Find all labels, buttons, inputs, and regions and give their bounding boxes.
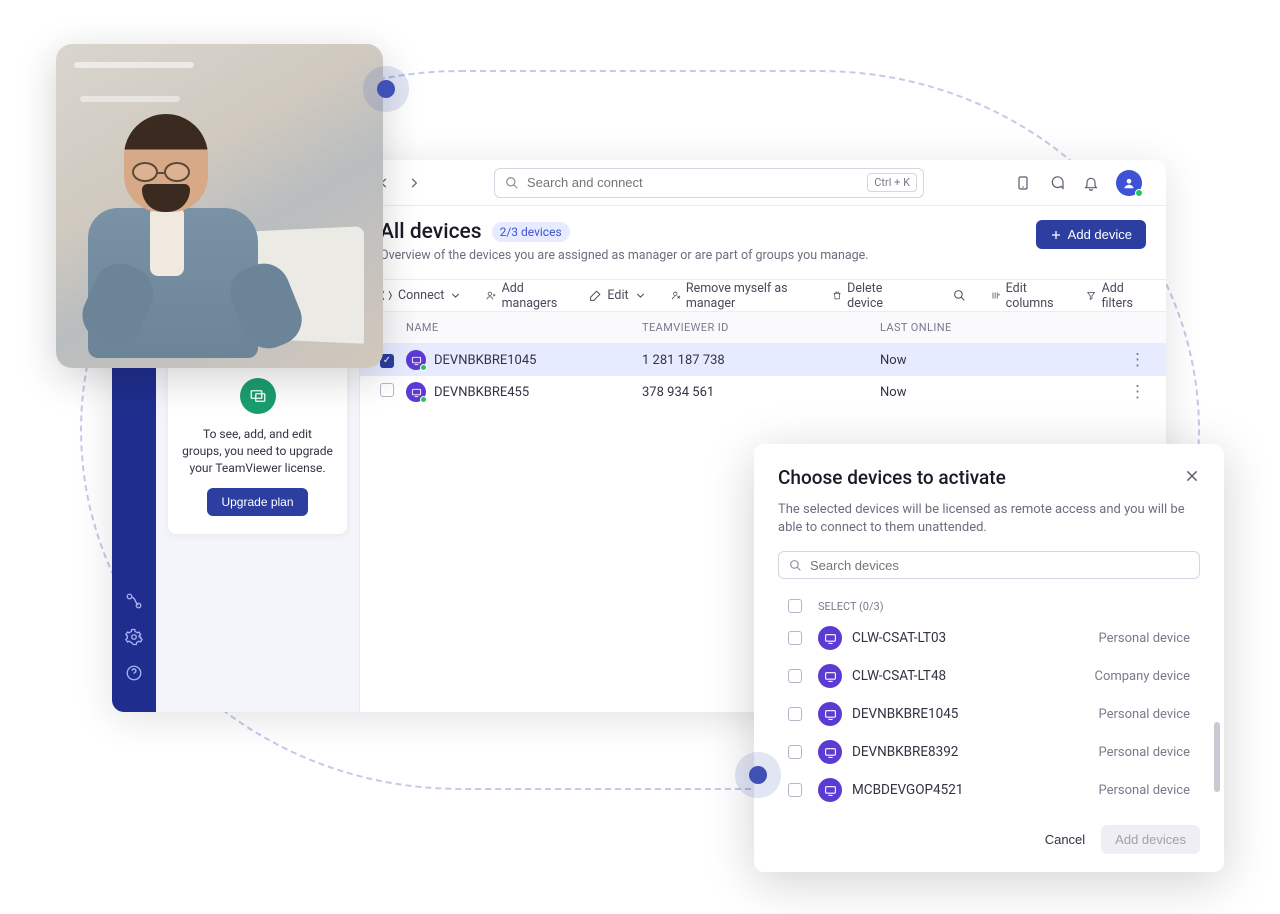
- device-last-online: Now: [880, 353, 1126, 368]
- chevron-down-icon: [449, 289, 462, 302]
- device-last-online: Now: [880, 385, 1126, 400]
- device-count-badge: 2/3 devices: [492, 222, 570, 242]
- bell-icon[interactable]: [1082, 174, 1100, 192]
- modal-description: The selected devices will be licensed as…: [778, 501, 1200, 537]
- option-type: Personal device: [1099, 783, 1190, 798]
- add-device-label: Add device: [1068, 227, 1132, 242]
- row-checkbox[interactable]: [380, 383, 394, 397]
- edit-columns-action[interactable]: Edit columns: [990, 281, 1062, 311]
- option-checkbox[interactable]: [788, 707, 802, 721]
- device-icon: [818, 740, 842, 764]
- nav-help-icon[interactable]: [125, 664, 143, 682]
- search-input[interactable]: [527, 175, 859, 190]
- modal-device-list: SELECT (0/3) CLW-CSAT-LT03 Personal devic…: [778, 593, 1200, 809]
- search-shortcut: Ctrl + K: [867, 173, 917, 192]
- device-icon: [818, 702, 842, 726]
- user-icon: [1122, 176, 1136, 190]
- device-icon: [818, 626, 842, 650]
- modal-search-input[interactable]: [810, 558, 1189, 573]
- device-table-body: DEVNBKBRE10451 281 187 738Now⋮DEVNBKBRE4…: [360, 344, 1166, 408]
- modal-scrollbar[interactable]: [1214, 722, 1220, 792]
- option-checkbox[interactable]: [788, 669, 802, 683]
- status-online-dot: [1135, 189, 1143, 197]
- option-checkbox[interactable]: [788, 745, 802, 759]
- connect-action[interactable]: Connect: [380, 288, 462, 303]
- upgrade-plan-button[interactable]: Upgrade plan: [207, 488, 307, 516]
- table-header: NAME TEAMVIEWER ID LAST ONLINE: [360, 312, 1166, 344]
- avatar[interactable]: [1116, 170, 1142, 196]
- table-search-icon[interactable]: [953, 289, 966, 302]
- table-row[interactable]: DEVNBKBRE1045 1 281 187 738Now⋮: [360, 344, 1166, 376]
- chevron-down-icon: [634, 289, 647, 302]
- modal-device-row[interactable]: DEVNBKBRE8392 Personal device: [778, 733, 1200, 771]
- modal-device-row[interactable]: DEVNBKBRE1045 Personal device: [778, 695, 1200, 733]
- option-type: Personal device: [1099, 631, 1190, 646]
- option-type: Company device: [1094, 669, 1190, 684]
- delete-action[interactable]: Delete device: [832, 281, 906, 311]
- option-name: CLW-CSAT-LT03: [852, 630, 946, 646]
- select-count-label: SELECT (0/3): [818, 600, 884, 613]
- activate-devices-modal: Choose devices to activate The selected …: [754, 444, 1224, 872]
- device-icon: [406, 382, 426, 402]
- select-all-checkbox[interactable]: [788, 599, 802, 613]
- action-toolbar: Connect Add managers Edit Remove myself …: [360, 280, 1166, 312]
- page-subtitle: Overview of the devices you are assigned…: [380, 248, 1036, 263]
- hero-photo: [56, 44, 383, 368]
- option-checkbox[interactable]: [788, 631, 802, 645]
- chat-icon[interactable]: [1048, 174, 1066, 192]
- device-name: DEVNBKBRE455: [434, 385, 529, 400]
- device-icon: [818, 778, 842, 802]
- modal-device-row[interactable]: CLW-CSAT-LT48 Company device: [778, 657, 1200, 695]
- cancel-button[interactable]: Cancel: [1045, 832, 1085, 847]
- add-managers-action[interactable]: Add managers: [486, 281, 565, 311]
- edit-action[interactable]: Edit: [589, 288, 646, 303]
- add-device-button[interactable]: Add device: [1036, 220, 1146, 249]
- close-icon[interactable]: [1184, 468, 1200, 488]
- device-icon: [818, 664, 842, 688]
- device-status-icon[interactable]: [1014, 174, 1032, 192]
- row-menu-icon[interactable]: ⋮: [1126, 382, 1146, 402]
- page-header: All devices 2/3 devices Overview of the …: [360, 206, 1166, 280]
- nav-settings-icon[interactable]: [125, 628, 143, 646]
- option-name: MCBDEVGOP4521: [852, 782, 963, 798]
- column-last-online[interactable]: LAST ONLINE: [880, 321, 1126, 334]
- option-type: Personal device: [1099, 707, 1190, 722]
- upsell-text: To see, add, and edit groups, you need t…: [182, 426, 333, 476]
- option-name: DEVNBKBRE1045: [852, 706, 958, 722]
- device-icon: [406, 350, 426, 370]
- page-title: All devices: [380, 220, 482, 244]
- search-icon: [505, 176, 519, 190]
- upsell-card: To see, add, and edit groups, you need t…: [168, 360, 347, 534]
- device-name: DEVNBKBRE1045: [434, 353, 536, 368]
- table-row[interactable]: DEVNBKBRE455 378 934 561Now⋮: [360, 376, 1166, 408]
- column-tvid[interactable]: TEAMVIEWER ID: [642, 321, 880, 334]
- option-name: DEVNBKBRE8392: [852, 744, 958, 760]
- remove-self-action[interactable]: Remove myself as manager: [671, 281, 808, 311]
- search-icon: [789, 559, 802, 572]
- forward-button[interactable]: [404, 173, 424, 193]
- modal-search[interactable]: [778, 551, 1200, 579]
- modal-title: Choose devices to activate: [778, 466, 1184, 489]
- topbar: Ctrl + K: [360, 160, 1166, 206]
- modal-device-row[interactable]: MCBDEVGOP4521 Personal device: [778, 771, 1200, 809]
- row-menu-icon[interactable]: ⋮: [1126, 350, 1146, 370]
- device-tvid: 378 934 561: [642, 385, 880, 400]
- add-devices-button[interactable]: Add devices: [1101, 825, 1200, 854]
- device-tvid: 1 281 187 738: [642, 353, 880, 368]
- search-bar[interactable]: Ctrl + K: [494, 168, 924, 198]
- column-name[interactable]: NAME: [406, 321, 642, 334]
- add-filters-action[interactable]: Add filters: [1086, 281, 1146, 311]
- option-type: Personal device: [1099, 745, 1190, 760]
- option-checkbox[interactable]: [788, 783, 802, 797]
- nav-workflows-icon[interactable]: [125, 592, 143, 610]
- upgrade-icon: [240, 378, 276, 414]
- option-name: CLW-CSAT-LT48: [852, 668, 946, 684]
- modal-device-row[interactable]: CLW-CSAT-LT03 Personal device: [778, 619, 1200, 657]
- plus-icon: [1050, 229, 1062, 241]
